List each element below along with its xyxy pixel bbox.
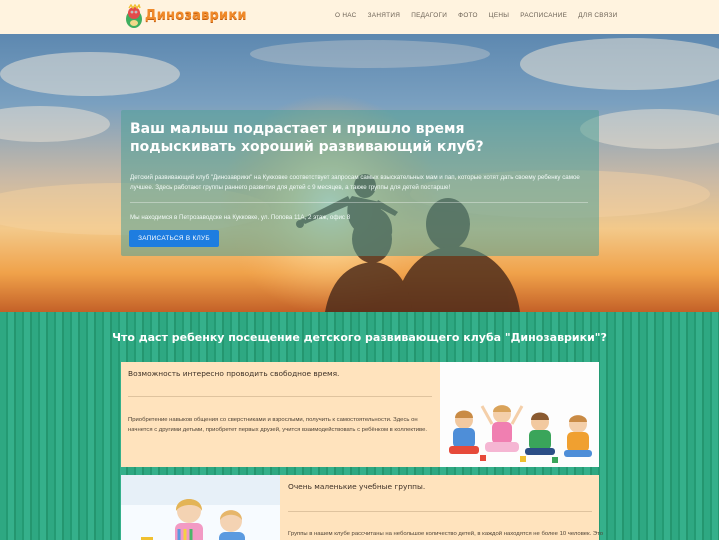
hero-section: Ваш малыш подрастает и пришло время поды…	[0, 34, 719, 312]
nav-item-contacts[interactable]: ДЛЯ СВЯЗИ	[578, 12, 617, 24]
feature-text: Группы в нашем клубе рассчитаны на небол…	[288, 531, 604, 537]
nav-item-about[interactable]: О НАС	[335, 12, 357, 24]
features-title: Что даст ребенку посещение детского разв…	[112, 331, 607, 344]
nav-item-schedule[interactable]: РАСПИСАНИЕ	[520, 12, 567, 24]
feature-heading: Возможность интересно проводить свободно…	[128, 369, 340, 378]
hero-title: Ваш малыш подрастает и пришло время поды…	[130, 121, 484, 155]
nav-item-classes[interactable]: ЗАНЯТИЯ	[368, 12, 401, 24]
site-header: Динозаврики О НАС ЗАНЯТИЯ ПЕДАГОГИ ФОТО …	[0, 0, 719, 34]
main-nav: О НАС ЗАНЯТИЯ ПЕДАГОГИ ФОТО ЦЕНЫ РАСПИСА…	[335, 12, 618, 24]
dinosaur-logo-icon	[126, 4, 142, 28]
feature-card-small-groups: Очень маленькие учебные группы. Группы в…	[121, 475, 604, 540]
hero-address: Мы находимся в Петрозаводске на Кукковке…	[130, 214, 351, 221]
girl-with-toys-photo	[121, 475, 280, 540]
kids-photo-icon	[440, 362, 599, 467]
hero-card: Ваш малыш подрастает и пришло время поды…	[121, 110, 599, 256]
nav-item-teachers[interactable]: ПЕДАГОГИ	[411, 12, 447, 24]
site-logo[interactable]: Динозаврики	[123, 4, 263, 30]
hero-description: Детский развивающий клуб "Динозаврики" н…	[130, 174, 580, 191]
logo-text: Динозаврики	[145, 8, 247, 23]
hero-divider	[130, 202, 588, 203]
girl-photo-icon	[121, 475, 280, 540]
feature-text: Приобретение навыков общения со сверстни…	[128, 417, 427, 433]
nav-item-prices[interactable]: ЦЕНЫ	[489, 12, 509, 24]
nav-item-photo[interactable]: ФОТО	[458, 12, 478, 24]
feature-divider	[128, 396, 432, 397]
feature-card-free-time: Возможность интересно проводить свободно…	[121, 362, 599, 467]
kids-playing-photo	[440, 362, 599, 467]
features-section: Что даст ребенку посещение детского разв…	[0, 312, 719, 540]
signup-button[interactable]: ЗАПИСАТЬСЯ В КЛУБ	[129, 230, 219, 247]
feature-divider	[288, 511, 592, 512]
feature-heading: Очень маленькие учебные группы.	[288, 482, 426, 491]
